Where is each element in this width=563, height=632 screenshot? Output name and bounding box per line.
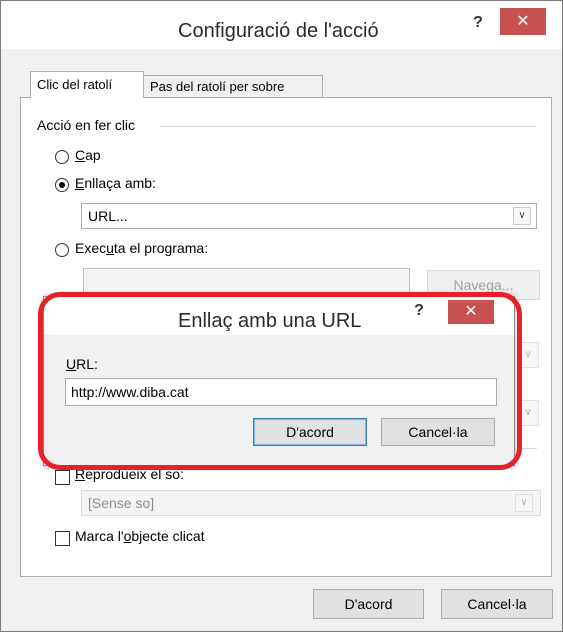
radio-run-program-label[interactable]: Executa el programa:	[75, 240, 208, 256]
group-divider	[160, 126, 536, 127]
cancel-button[interactable]: Cancel·la	[441, 589, 553, 619]
close-icon: ✕	[516, 13, 530, 30]
group-label-click-action: Acció en fer clic	[37, 117, 136, 133]
highlight-ring	[38, 292, 522, 470]
play-sound-checkbox[interactable]	[55, 470, 70, 485]
dialog-title: Configuració de l'acció	[178, 20, 379, 42]
chevron-down-icon-sound[interactable]: ∨	[515, 494, 533, 512]
radio-link-to[interactable]	[55, 178, 69, 192]
ok-button[interactable]: D'acord	[313, 589, 424, 619]
chevron-down-icon[interactable]: ∨	[513, 207, 531, 225]
radio-none[interactable]	[55, 150, 69, 164]
radio-run-program[interactable]	[55, 243, 69, 257]
sound-select[interactable]: [Sense so]	[81, 490, 541, 516]
help-button[interactable]: ?	[468, 14, 488, 36]
close-button[interactable]: ✕	[500, 8, 546, 35]
link-target-select[interactable]: URL...	[81, 203, 537, 229]
tab-mouse-click[interactable]: Clic del ratolí	[30, 71, 144, 98]
tab-mouse-over[interactable]: Pas del ratolí per sobre	[143, 75, 323, 98]
radio-link-to-label[interactable]: Enllaça amb:	[75, 175, 156, 191]
mark-object-label[interactable]: Marca l'objecte clicat	[75, 528, 205, 544]
mark-object-checkbox[interactable]	[55, 531, 70, 546]
radio-none-label[interactable]: Cap	[75, 147, 101, 163]
